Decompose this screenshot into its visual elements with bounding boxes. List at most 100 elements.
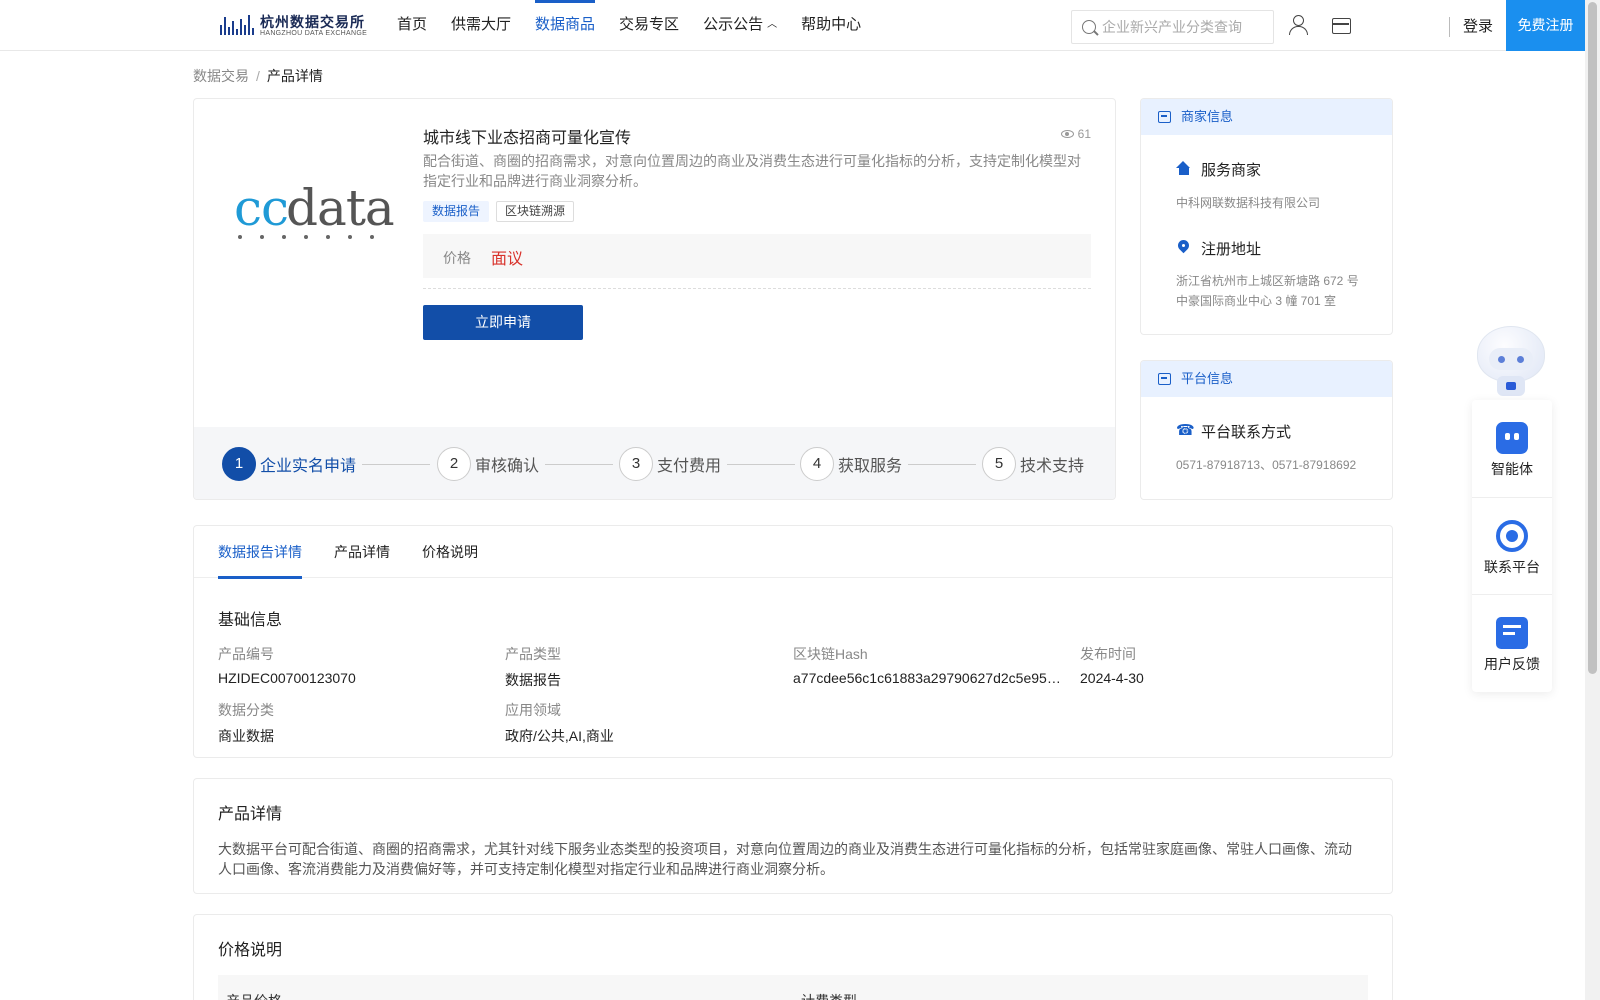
step-4: 4 获取服务 xyxy=(800,447,977,481)
step-connector xyxy=(362,463,431,465)
step-number: 5 xyxy=(982,447,1016,481)
step-5: 5 技术支持 xyxy=(982,447,1084,481)
platform-contact-label: 平台联系方式 xyxy=(1201,424,1292,441)
logo-text: 杭州数据交易所 xyxy=(260,14,365,30)
float-feedback-button[interactable]: 用户反馈 xyxy=(1472,594,1552,691)
platform-info-card: 平台信息 平台联系方式 0571-87918713、0571-87918692 xyxy=(1140,360,1393,500)
tab-report-detail[interactable]: 数据报告详情 xyxy=(218,526,302,579)
platform-contact-title: 平台联系方式 xyxy=(1176,421,1291,442)
nav-supply-demand[interactable]: 供需大厅 xyxy=(439,0,523,50)
breadcrumb-separator: / xyxy=(256,68,260,84)
field-key: 产品类型 xyxy=(505,646,561,662)
breadcrumb-parent[interactable]: 数据交易 xyxy=(193,68,249,84)
phone-icon xyxy=(1176,421,1195,439)
login-link[interactable]: 登录 xyxy=(1463,15,1493,36)
merchant-icon xyxy=(1158,111,1171,123)
field-key: 应用领域 xyxy=(505,702,561,718)
product-logo-data: data xyxy=(286,179,395,237)
product-tags: 数据报告 区块链溯源 xyxy=(423,201,575,222)
breadcrumb: 数据交易 / 产品详情 xyxy=(193,66,323,86)
step-1: 1 企业实名申请 xyxy=(222,447,431,481)
register-button[interactable]: 免费注册 xyxy=(1506,0,1585,51)
detail-tabs-card: 数据报告详情 产品详情 价格说明 基础信息 产品编号 HZIDEC0070012… xyxy=(193,525,1393,758)
field-key: 产品编号 xyxy=(218,646,274,662)
step-label: 企业实名申请 xyxy=(260,458,357,475)
platform-info-title: 平台信息 xyxy=(1181,371,1234,386)
step-label: 支付费用 xyxy=(657,458,722,475)
field-key: 发布时间 xyxy=(1080,646,1136,662)
address-line-2: 中豪国际商业中心 3 幢 701 室 xyxy=(1176,294,1337,308)
logo[interactable]: 杭州数据交易所 HANGZHOU DATA EXCHANGE xyxy=(220,10,370,40)
field-value: 2024-4-30 xyxy=(1080,670,1144,686)
field-blockchain-hash: 区块链Hash a77cdee56c1c61883a29790627d2c5e9… xyxy=(793,644,1063,686)
process-steps: 1 企业实名申请 2 审核确认 3 支付费用 4 获取服务 5 技术支持 xyxy=(194,427,1115,499)
floating-service-panel: 智能体 联系平台 用户反馈 xyxy=(1472,400,1552,692)
price-box: 价格 面议 xyxy=(423,234,1091,278)
store-icon[interactable] xyxy=(1331,15,1351,35)
logo-subtext: HANGZHOU DATA EXCHANGE xyxy=(260,30,368,37)
logo-mark-icon xyxy=(220,13,256,35)
service-merchant-label: 服务商家 xyxy=(1201,162,1262,179)
step-connector xyxy=(545,463,614,465)
registered-address-label: 注册地址 xyxy=(1201,241,1262,258)
nav-announcements[interactable]: 公示公告 ︿ xyxy=(691,0,789,50)
float-feedback-label: 用户反馈 xyxy=(1484,656,1540,672)
nav-data-products[interactable]: 数据商品 xyxy=(523,0,607,50)
robot-assistant-icon[interactable] xyxy=(1471,326,1551,406)
tag-data-report: 数据报告 xyxy=(423,201,490,222)
tab-price-desc[interactable]: 价格说明 xyxy=(422,526,478,578)
field-key: 区块链Hash xyxy=(793,646,868,662)
main-nav: 首页 供需大厅 数据商品 交易专区 公示公告 ︿ 帮助中心 xyxy=(385,0,873,50)
product-title: 城市线下业态招商可量化宣传 xyxy=(423,130,632,147)
field-value: 政府/公共,AI,商业 xyxy=(505,728,614,744)
field-key: 数据分类 xyxy=(218,702,274,718)
field-data-category: 数据分类 商业数据 xyxy=(218,700,488,746)
merchant-info-header: 商家信息 xyxy=(1141,99,1392,135)
page-scrollbar[interactable] xyxy=(1585,0,1600,1000)
scrollbar-thumb[interactable] xyxy=(1588,2,1597,674)
search-icon[interactable] xyxy=(1082,20,1096,34)
field-value[interactable]: a77cdee56c1c61883a29790627d2c5e954... xyxy=(793,670,1063,686)
step-3: 3 支付费用 xyxy=(619,447,796,481)
float-agent-button[interactable]: 智能体 xyxy=(1472,400,1552,497)
feedback-icon xyxy=(1496,617,1528,649)
product-card: cc data 城市线下业态招商可量化宣传 61 配合街道、商圈的招商需求，对意… xyxy=(193,98,1116,500)
platform-icon xyxy=(1158,373,1171,385)
header-divider xyxy=(1449,17,1450,37)
field-value: 数据报告 xyxy=(505,672,561,688)
registered-address-title: 注册地址 xyxy=(1176,238,1261,259)
address-line-1: 浙江省杭州市上城区新塘路 672 号 xyxy=(1176,274,1359,288)
billing-type-col-header: 计费类型 xyxy=(801,991,857,1000)
search-input[interactable] xyxy=(1102,11,1270,43)
platform-info-header: 平台信息 xyxy=(1141,361,1392,397)
price-description-title: 价格说明 xyxy=(218,942,283,959)
location-pin-icon xyxy=(1176,240,1191,255)
agent-icon xyxy=(1496,422,1528,454)
price-col-header: 产品价格 xyxy=(226,991,282,1000)
product-detail-title: 产品详情 xyxy=(218,806,283,823)
step-number: 3 xyxy=(619,447,653,481)
nav-announcements-label: 公示公告 xyxy=(703,16,764,33)
float-contact-button[interactable]: 联系平台 xyxy=(1472,497,1552,594)
nav-home[interactable]: 首页 xyxy=(385,0,439,50)
field-product-type: 产品类型 数据报告 xyxy=(505,644,775,690)
headset-icon xyxy=(1496,520,1528,552)
field-publish-date: 发布时间 2024-4-30 xyxy=(1080,644,1350,686)
eye-icon xyxy=(1060,130,1074,138)
divider xyxy=(423,288,1091,289)
tab-bar: 数据报告详情 产品详情 价格说明 xyxy=(194,526,1392,579)
service-merchant-title: 服务商家 xyxy=(1176,159,1261,180)
step-connector xyxy=(727,463,796,465)
step-label: 审核确认 xyxy=(475,458,540,475)
user-icon[interactable] xyxy=(1288,15,1308,35)
float-agent-label: 智能体 xyxy=(1491,461,1533,477)
merchant-info-title: 商家信息 xyxy=(1181,109,1234,124)
nav-trade-zone[interactable]: 交易专区 xyxy=(607,0,691,50)
step-label: 获取服务 xyxy=(838,458,903,475)
step-connector xyxy=(908,463,977,465)
apply-button[interactable]: 立即申请 xyxy=(423,305,583,340)
tab-product-detail[interactable]: 产品详情 xyxy=(334,526,390,578)
nav-help-center[interactable]: 帮助中心 xyxy=(789,0,873,50)
service-merchant-value[interactable]: 中科网联数据科技有限公司 xyxy=(1176,193,1320,213)
tag-blockchain: 区块链溯源 xyxy=(496,201,575,222)
